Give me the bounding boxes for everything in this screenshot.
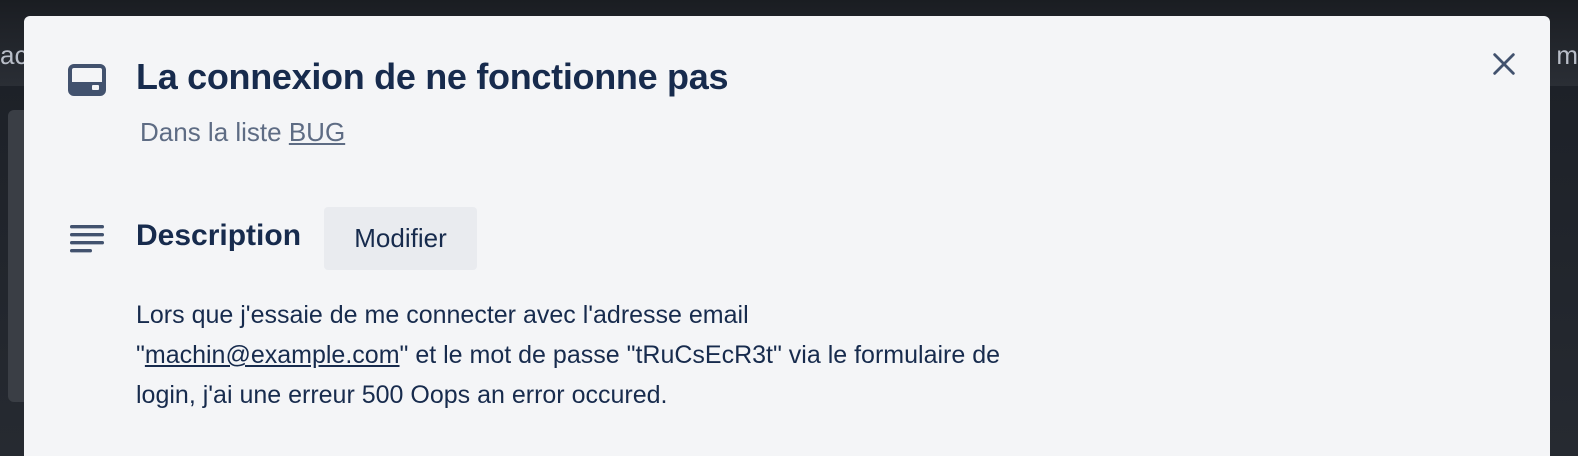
description-heading: Description (136, 219, 302, 252)
text-lines-icon (70, 225, 104, 253)
card-title[interactable]: La connexion de ne fonctionne pas (136, 56, 728, 98)
card-icon (68, 64, 106, 96)
description-line-1: Lors que j'essaie de me connecter avec l… (136, 301, 749, 329)
background-board-text-right: m (1556, 40, 1578, 70)
email-link[interactable]: machin@example.com (145, 341, 400, 369)
list-prefix-label: Dans la liste (140, 117, 289, 147)
close-button[interactable] (1486, 46, 1522, 82)
card-list-info: Dans la liste BUG (140, 117, 345, 148)
quote-open: " (136, 341, 145, 369)
list-link[interactable]: BUG (289, 117, 345, 147)
description-line-2: "machin@example.com" et le mot de passe … (136, 335, 1156, 375)
description-line-3: login, j'ai une erreur 500 Oops an error… (136, 381, 668, 409)
edit-description-button[interactable]: Modifier (324, 207, 477, 270)
description-text[interactable]: Lors que j'essaie de me connecter avec l… (136, 295, 1156, 415)
card-detail-modal: La connexion de ne fonctionne pas Dans l… (24, 16, 1550, 456)
description-line-2-rest: " et le mot de passe "tRuCsEcR3t" via le… (399, 341, 1001, 369)
close-icon (1493, 53, 1515, 75)
